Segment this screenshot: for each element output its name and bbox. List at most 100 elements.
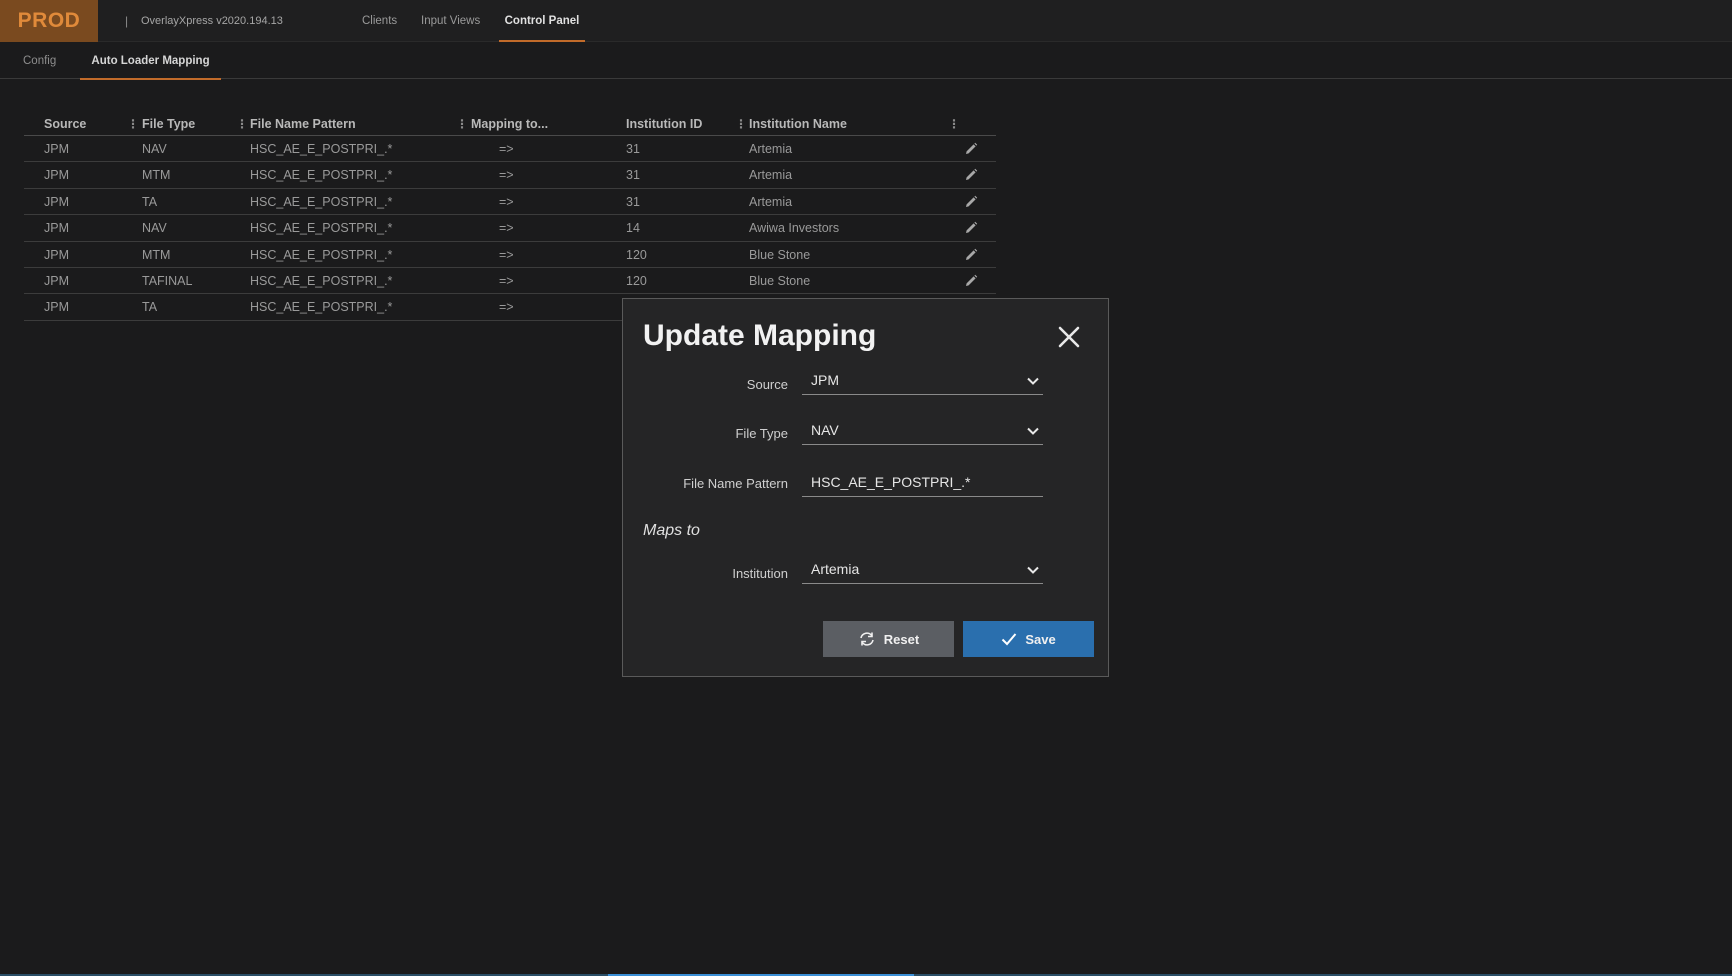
column-header-institution-id[interactable]: Institution ID (626, 117, 702, 131)
cell-file-type: NAV (142, 221, 167, 236)
cell-source: JPM (44, 247, 69, 262)
refresh-icon (859, 632, 874, 646)
cell-mapping-arrow: => (499, 300, 514, 315)
file-name-pattern-label: File Name Pattern (683, 476, 788, 491)
cell-institution-id: 31 (626, 168, 640, 183)
nav-control-panel[interactable]: Control Panel (499, 0, 585, 42)
column-header-mapping-to[interactable]: Mapping to... (471, 117, 548, 131)
table-row[interactable]: JPM MTM HSC_AE_E_POSTPRI_.* => 31 Artemia (24, 162, 996, 189)
source-label: Source (746, 377, 788, 392)
pencil-icon[interactable] (964, 221, 978, 235)
column-menu-icon[interactable]: ⋮ (735, 117, 747, 131)
maps-to-heading: Maps to (643, 522, 700, 539)
cell-source: JPM (44, 273, 69, 288)
cell-file-type: NAV (142, 142, 167, 156)
column-header-source[interactable]: Source (44, 117, 86, 131)
column-header-file-type[interactable]: File Type (142, 117, 195, 131)
nav-clients[interactable]: Clients (362, 0, 397, 42)
cell-source: JPM (44, 194, 69, 209)
source-select[interactable]: JPM (802, 365, 1043, 395)
cell-file-name-pattern: HSC_AE_E_POSTPRI_.* (250, 221, 393, 236)
grid-header: Source ⋮ File Type ⋮ File Name Pattern ⋮… (24, 112, 996, 136)
cell-source: JPM (44, 142, 69, 156)
save-button-label: Save (1025, 631, 1056, 647)
sub-tabs: Config Auto Loader Mapping (0, 42, 1732, 80)
cell-institution-name: Artemia (749, 168, 793, 183)
save-button[interactable]: Save (963, 621, 1094, 657)
close-icon[interactable] (1056, 324, 1082, 350)
chevron-down-icon (1027, 377, 1039, 385)
column-menu-icon[interactable]: ⋮ (456, 117, 468, 131)
environment-badge: PROD (0, 0, 98, 42)
reset-button-label: Reset (883, 631, 920, 647)
file-name-pattern-input[interactable]: HSC_AE_E_POSTPRI_.* (802, 467, 1043, 497)
file-type-label: File Type (735, 426, 788, 441)
chevron-down-icon (1027, 566, 1039, 574)
cell-file-type: TA (142, 300, 158, 315)
cell-institution-name: Awiwa Investors (749, 221, 840, 236)
cell-file-type: TAFINAL (142, 273, 193, 288)
active-tab-indicator (80, 78, 221, 80)
pencil-icon[interactable] (964, 274, 978, 288)
column-header-file-name-pattern[interactable]: File Name Pattern (250, 117, 356, 131)
cell-file-type: TA (142, 194, 158, 209)
cell-institution-id: 120 (626, 273, 647, 288)
nav-control-panel-label: Control Panel (504, 15, 580, 27)
pencil-icon[interactable] (964, 195, 978, 209)
cell-file-type: MTM (142, 247, 171, 262)
column-menu-icon[interactable]: ⋮ (948, 117, 960, 131)
title-separator: | (125, 14, 129, 28)
column-menu-icon[interactable]: ⋮ (236, 117, 248, 131)
cell-mapping-arrow: => (499, 168, 514, 183)
cell-mapping-arrow: => (499, 273, 514, 288)
cell-institution-name: Artemia (749, 194, 793, 209)
check-icon (1002, 633, 1017, 646)
mapping-grid: Source ⋮ File Type ⋮ File Name Pattern ⋮… (24, 112, 996, 321)
app-version: OverlayXpress v2020.194.13 (141, 15, 283, 27)
cell-institution-name: Blue Stone (749, 247, 811, 262)
institution-select[interactable]: Artemia (802, 554, 1043, 584)
table-row[interactable]: JPM MTM HSC_AE_E_POSTPRI_.* => 120 Blue Stone (24, 242, 996, 268)
cell-mapping-arrow: => (499, 247, 514, 262)
table-row[interactable]: JPM NAV HSC_AE_E_POSTPRI_.* => 14 Awiwa Inves… (24, 215, 996, 242)
reset-button[interactable]: Reset (823, 621, 954, 657)
cell-file-name-pattern: HSC_AE_E_POSTPRI_.* (250, 247, 393, 262)
column-menu-icon[interactable]: ⋮ (127, 117, 139, 131)
cell-file-name-pattern: HSC_AE_E_POSTPRI_.* (250, 142, 393, 156)
cell-institution-name: Blue Stone (749, 273, 811, 288)
cell-institution-id: 31 (626, 142, 640, 156)
cell-institution-name: Artemia (749, 142, 793, 156)
pencil-icon[interactable] (964, 168, 978, 182)
institution-value: Artemia (811, 561, 860, 577)
tab-config[interactable]: Config (23, 42, 56, 79)
table-row[interactable]: JPM TA HSC_AE_E_POSTPRI_.* => 31 Artemia (24, 189, 996, 216)
cell-mapping-arrow: => (499, 142, 514, 156)
cell-institution-id: 120 (626, 247, 647, 262)
file-name-pattern-value: HSC_AE_E_POSTPRI_.* (811, 474, 971, 490)
table-row[interactable]: JPM NAV HSC_AE_E_POSTPRI_.* => 31 Artemia (24, 136, 996, 163)
tab-auto-loader-mapping[interactable]: Auto Loader Mapping (80, 42, 221, 80)
dialog-title: Update Mapping (643, 319, 877, 352)
cell-mapping-arrow: => (499, 221, 514, 236)
column-header-institution-name[interactable]: Institution Name (749, 117, 847, 131)
app-root: PROD | OverlayXpress v2020.194.13 Client… (0, 0, 1732, 976)
cell-source: JPM (44, 168, 69, 183)
update-mapping-dialog: Update Mapping Source JPM File Type NAV … (622, 298, 1109, 677)
institution-label: Institution (732, 566, 788, 581)
cell-file-name-pattern: HSC_AE_E_POSTPRI_.* (250, 168, 393, 183)
cell-file-name-pattern: HSC_AE_E_POSTPRI_.* (250, 300, 393, 315)
file-type-select[interactable]: NAV (802, 415, 1043, 445)
tab-auto-loader-mapping-label: Auto Loader Mapping (91, 54, 210, 67)
cell-file-name-pattern: HSC_AE_E_POSTPRI_.* (250, 273, 393, 288)
cell-file-type: MTM (142, 168, 171, 183)
cell-source: JPM (44, 300, 69, 315)
cell-institution-id: 14 (626, 221, 640, 236)
source-value: JPM (811, 372, 839, 388)
cell-institution-id: 31 (626, 194, 640, 209)
pencil-icon[interactable] (964, 248, 978, 262)
cell-source: JPM (44, 221, 69, 236)
file-type-value: NAV (811, 422, 839, 438)
pencil-icon[interactable] (964, 142, 978, 156)
table-row[interactable]: JPM TAFINAL HSC_AE_E_POSTPRI_.* => 120 Blue S… (24, 268, 996, 295)
nav-input-views[interactable]: Input Views (421, 0, 480, 42)
